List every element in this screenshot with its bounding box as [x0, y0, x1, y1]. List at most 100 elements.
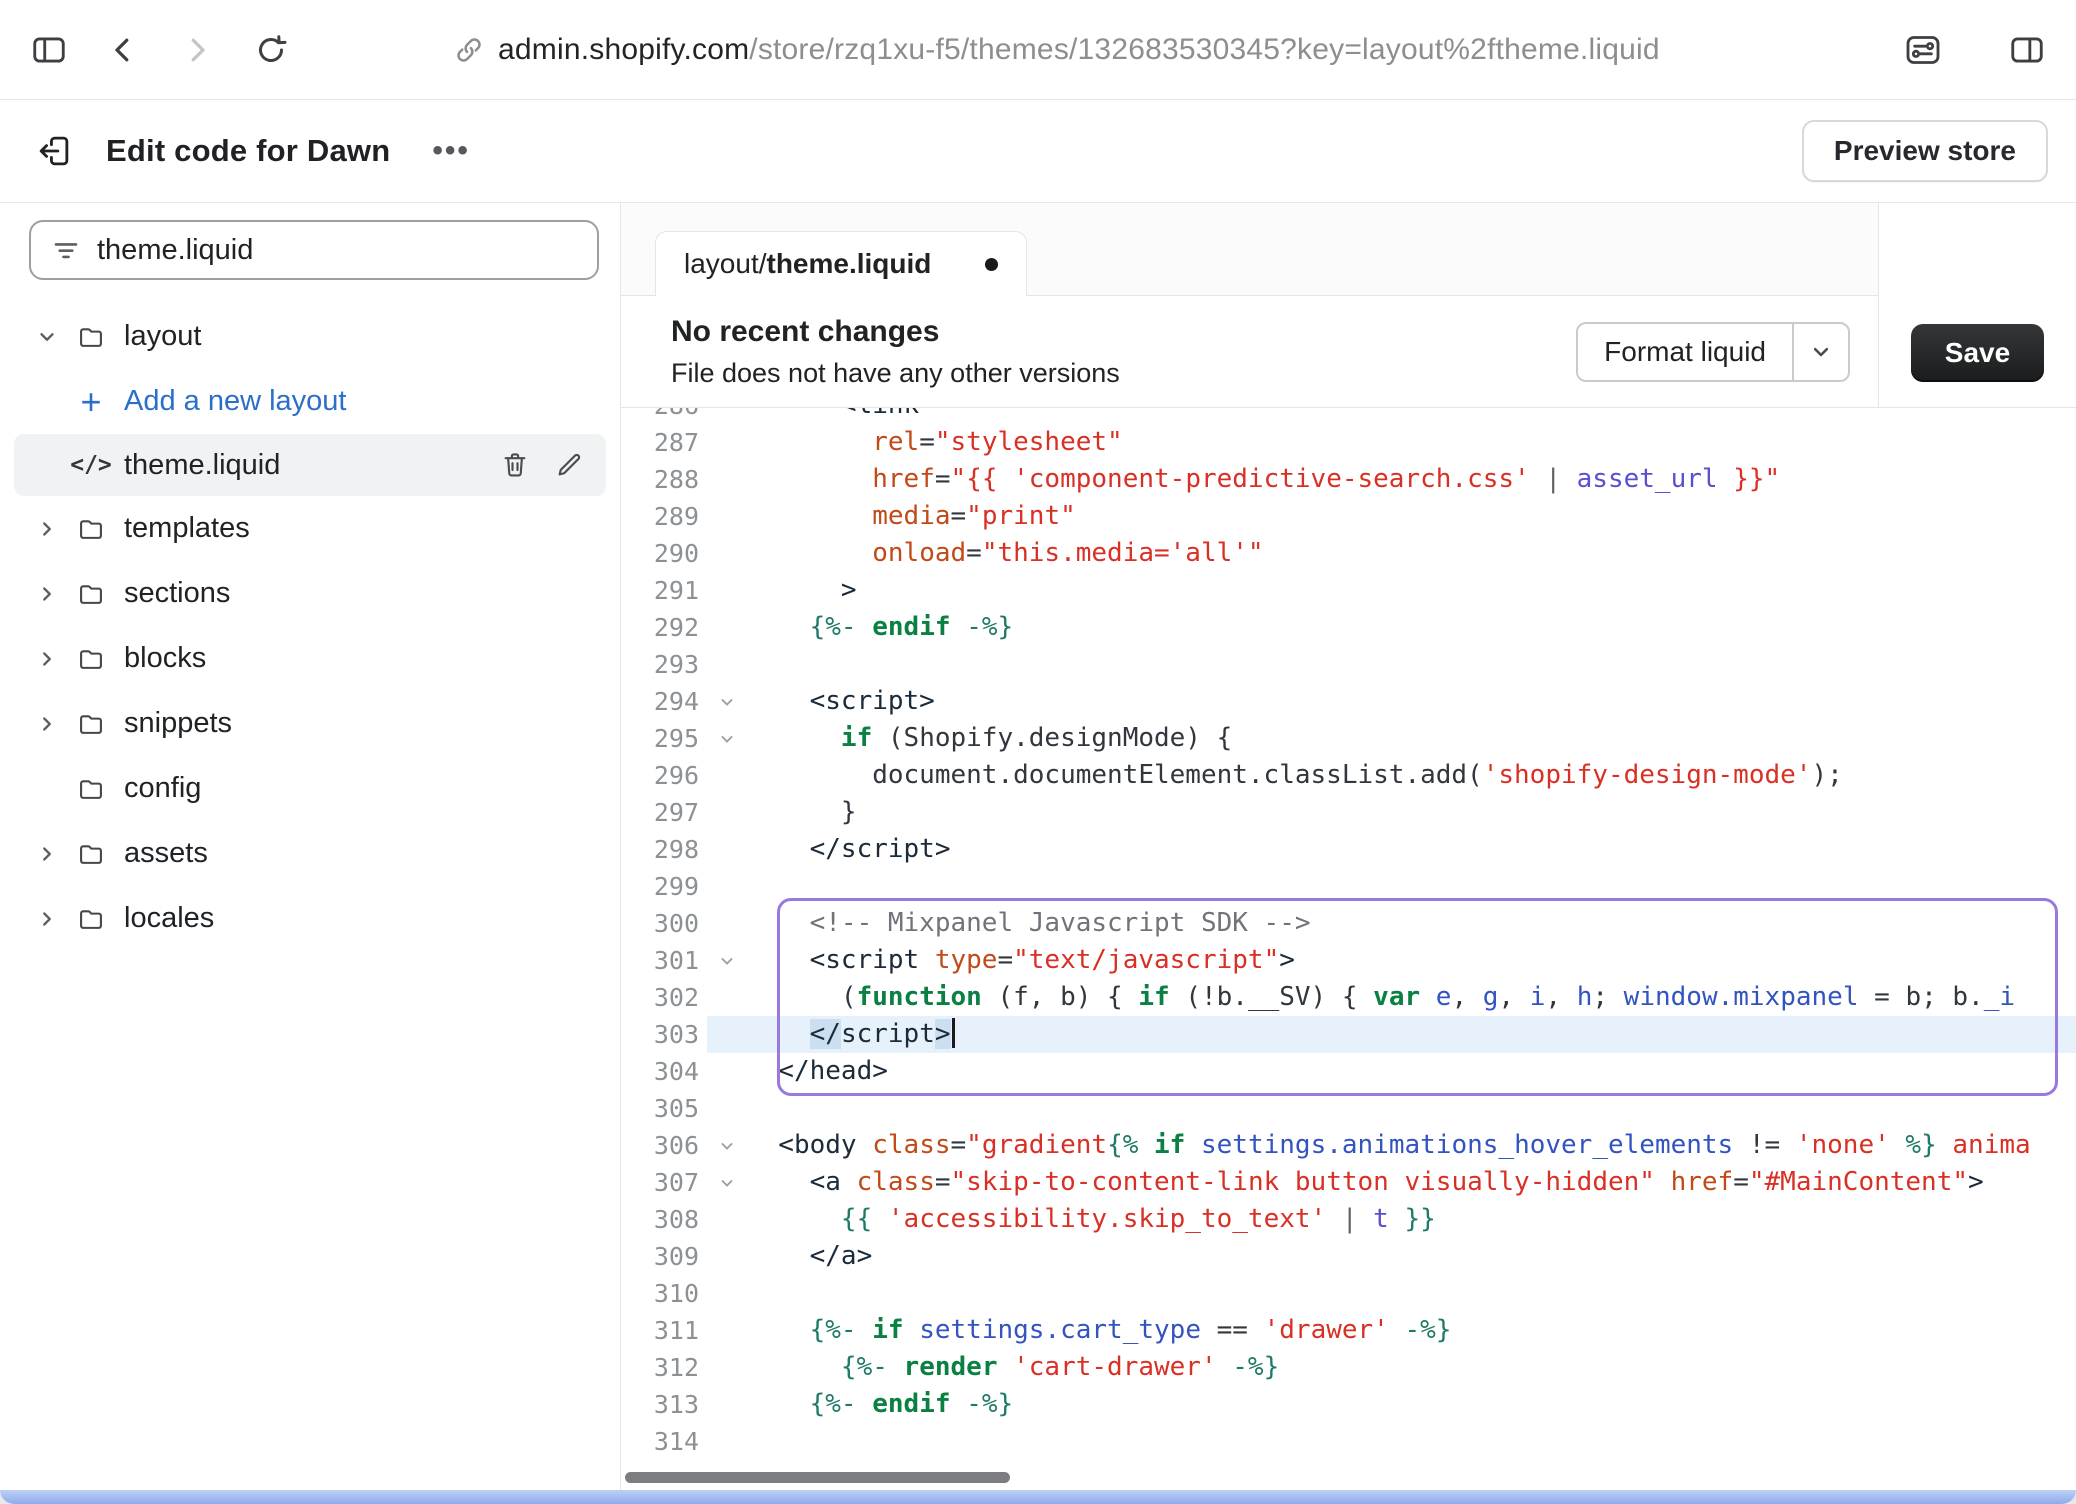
- line-number: 313: [621, 1386, 707, 1423]
- line-number: 303: [621, 1016, 707, 1053]
- status-subtitle: File does not have any other versions: [671, 358, 1120, 389]
- reload-icon[interactable]: [248, 27, 294, 73]
- code-line-292[interactable]: 292 {%- endif -%}: [621, 609, 2076, 646]
- code-text: </head>: [747, 1053, 2076, 1090]
- tree-item-blocks[interactable]: blocks: [0, 626, 620, 691]
- chevron-right-icon[interactable]: [36, 518, 60, 540]
- code-line-296[interactable]: 296 document.documentElement.classList.a…: [621, 757, 2076, 794]
- code-line-310[interactable]: 310: [621, 1275, 2076, 1312]
- chevron-right-icon[interactable]: [36, 908, 60, 930]
- folder-icon: [76, 710, 106, 738]
- code-line-290[interactable]: 290 onload="this.media='all'": [621, 535, 2076, 572]
- preview-store-button[interactable]: Preview store: [1802, 120, 2048, 182]
- exit-icon[interactable]: [28, 125, 80, 177]
- horizontal-scrollbar-thumb[interactable]: [625, 1472, 1010, 1483]
- code-line-300[interactable]: 300 <!-- Mixpanel Javascript SDK -->: [621, 905, 2076, 942]
- format-dropdown-button[interactable]: [1792, 324, 1848, 380]
- code-line-306[interactable]: 306 <body class="gradient{% if settings.…: [621, 1127, 2076, 1164]
- tree-item-assets[interactable]: assets: [0, 821, 620, 886]
- tree-item-snippets[interactable]: snippets: [0, 691, 620, 756]
- tree-item-sections[interactable]: sections: [0, 561, 620, 626]
- code-line-287[interactable]: 287 rel="stylesheet": [621, 424, 2076, 461]
- line-number: 309: [621, 1238, 707, 1275]
- url-text: admin.shopify.com/store/rzq1xu-f5/themes…: [498, 33, 1660, 67]
- code-line-293[interactable]: 293: [621, 646, 2076, 683]
- code-line-313[interactable]: 313 {%- endif -%}: [621, 1386, 2076, 1423]
- tree-item-locales[interactable]: locales: [0, 886, 620, 951]
- code-line-307[interactable]: 307 <a class="skip-to-content-link butto…: [621, 1164, 2076, 1201]
- fold-chevron-icon[interactable]: [707, 1127, 747, 1164]
- tree-item-templates[interactable]: templates: [0, 496, 620, 561]
- code-line-294[interactable]: 294 <script>: [621, 683, 2076, 720]
- code-line-304[interactable]: 304 </head>: [621, 1053, 2076, 1090]
- split-view-icon[interactable]: [2004, 27, 2050, 73]
- code-line-295[interactable]: 295 if (Shopify.designMode) {: [621, 720, 2076, 757]
- fold-gutter: [707, 1201, 747, 1238]
- code-line-311[interactable]: 311 {%- if settings.cart_type == 'drawer…: [621, 1312, 2076, 1349]
- chevron-down-icon[interactable]: [36, 326, 60, 348]
- fold-chevron-icon[interactable]: [707, 683, 747, 720]
- line-number: 308: [621, 1201, 707, 1238]
- code-line-305[interactable]: 305: [621, 1090, 2076, 1127]
- file-search-box[interactable]: [29, 220, 599, 280]
- chevron-right-icon[interactable]: [36, 713, 60, 735]
- forward-icon[interactable]: [174, 27, 220, 73]
- code-text: [747, 1423, 2076, 1460]
- code-line-299[interactable]: 299: [621, 868, 2076, 905]
- code-line-289[interactable]: 289 media="print": [621, 498, 2076, 535]
- tree-item-theme.liquid[interactable]: </>theme.liquid: [14, 434, 606, 496]
- code-line-301[interactable]: 301 <script type="text/javascript">: [621, 942, 2076, 979]
- editor-panel: layout/theme.liquid No recent changes Fi…: [621, 203, 2076, 1490]
- file-search-input[interactable]: [97, 234, 577, 267]
- more-actions-button[interactable]: •••: [432, 134, 470, 168]
- code-file-icon: </>: [76, 452, 106, 478]
- extensions-icon[interactable]: [1900, 27, 1946, 73]
- code-line-314[interactable]: 314: [621, 1423, 2076, 1460]
- save-button[interactable]: Save: [1911, 324, 2044, 382]
- fold-gutter: [707, 1016, 747, 1053]
- sidebar-toggle-icon[interactable]: [26, 27, 72, 73]
- tree-item-add-a-new-layout[interactable]: +Add a new layout: [0, 369, 620, 434]
- folder-icon: [76, 323, 106, 351]
- code-editor[interactable]: 286 <link287 rel="stylesheet"288 href="{…: [621, 408, 2076, 1490]
- code-text: <body class="gradient{% if settings.anim…: [747, 1127, 2076, 1164]
- fold-chevron-icon[interactable]: [707, 720, 747, 757]
- code-line-298[interactable]: 298 </script>: [621, 831, 2076, 868]
- chevron-right-icon[interactable]: [36, 583, 60, 605]
- delete-file-icon[interactable]: [500, 450, 530, 480]
- code-line-302[interactable]: 302 (function (f, b) { if (!b.__SV) { va…: [621, 979, 2076, 1016]
- code-line-303[interactable]: 303 </script>: [621, 1016, 2076, 1053]
- tree-item-config[interactable]: config: [0, 756, 620, 821]
- fold-gutter: [707, 424, 747, 461]
- folder-icon: [76, 905, 106, 933]
- code-line-288[interactable]: 288 href="{{ 'component-predictive-searc…: [621, 461, 2076, 498]
- rename-file-icon[interactable]: [554, 450, 584, 480]
- code-line-309[interactable]: 309 </a>: [621, 1238, 2076, 1275]
- fold-gutter: [707, 646, 747, 683]
- line-number: 288: [621, 461, 707, 498]
- code-line-286[interactable]: 286 <link: [621, 408, 2076, 424]
- fold-gutter: [707, 979, 747, 1016]
- line-number: 302: [621, 979, 707, 1016]
- chevron-right-icon[interactable]: [36, 648, 60, 670]
- chevron-right-icon[interactable]: [36, 843, 60, 865]
- line-number: 294: [621, 683, 707, 720]
- fold-gutter: [707, 461, 747, 498]
- tree-item-label: blocks: [124, 642, 206, 675]
- code-text: }: [747, 794, 2076, 831]
- code-text: href="{{ 'component-predictive-search.cs…: [747, 461, 2076, 498]
- tree-item-label: sections: [124, 577, 230, 610]
- fold-chevron-icon[interactable]: [707, 942, 747, 979]
- back-icon[interactable]: [100, 27, 146, 73]
- tab-theme-liquid[interactable]: layout/theme.liquid: [655, 231, 1027, 296]
- code-line-308[interactable]: 308 {{ 'accessibility.skip_to_text' | t …: [621, 1201, 2076, 1238]
- fold-chevron-icon[interactable]: [707, 1164, 747, 1201]
- fold-gutter: [707, 1386, 747, 1423]
- format-liquid-button[interactable]: Format liquid: [1576, 322, 1850, 382]
- code-line-297[interactable]: 297 }: [621, 794, 2076, 831]
- tree-item-layout[interactable]: layout: [0, 304, 620, 369]
- code-line-312[interactable]: 312 {%- render 'cart-drawer' -%}: [621, 1349, 2076, 1386]
- code-line-291[interactable]: 291 >: [621, 572, 2076, 609]
- line-number: 287: [621, 424, 707, 461]
- address-bar[interactable]: admin.shopify.com/store/rzq1xu-f5/themes…: [454, 33, 1900, 67]
